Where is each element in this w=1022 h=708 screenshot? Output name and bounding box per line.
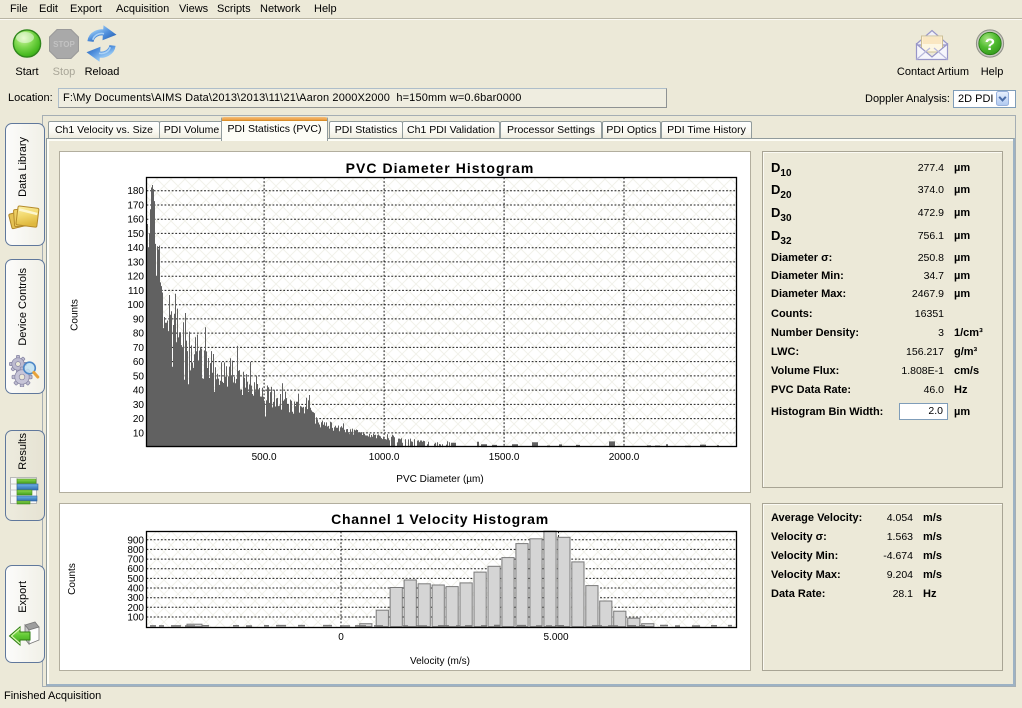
svg-text:90: 90: [133, 314, 145, 325]
svg-text:160: 160: [127, 215, 144, 226]
svg-text:30: 30: [133, 400, 145, 411]
svg-text:10: 10: [133, 428, 145, 439]
svg-text:80: 80: [133, 329, 145, 340]
svg-text:800: 800: [127, 545, 144, 556]
svg-text:200: 200: [127, 603, 144, 614]
svg-text:140: 140: [127, 243, 144, 254]
svg-text:2000.0: 2000.0: [609, 452, 640, 463]
svg-text:130: 130: [127, 257, 144, 268]
svg-text:170: 170: [127, 201, 144, 212]
svg-text:Channel 1 Velocity Histogram: Channel 1 Velocity Histogram: [331, 511, 549, 527]
svg-text:STOP: STOP: [53, 40, 75, 49]
svg-text:700: 700: [127, 555, 144, 566]
svg-text:20: 20: [133, 414, 145, 425]
svg-text:70: 70: [133, 343, 145, 354]
svg-text:150: 150: [127, 229, 144, 240]
svg-text:60: 60: [133, 357, 145, 368]
svg-text:900: 900: [127, 535, 144, 546]
svg-text:300: 300: [127, 593, 144, 604]
svg-text:180: 180: [127, 186, 144, 197]
svg-text:Counts: Counts: [67, 563, 78, 595]
svg-text:110: 110: [128, 286, 144, 297]
svg-text:0: 0: [338, 632, 344, 643]
svg-text:500: 500: [127, 574, 144, 585]
svg-text:1000.0: 1000.0: [369, 452, 400, 463]
svg-text:400: 400: [127, 584, 144, 595]
svg-text:5.000: 5.000: [543, 632, 568, 643]
svg-text:Counts: Counts: [70, 299, 81, 331]
svg-text:Velocity (m/s): Velocity (m/s): [410, 656, 470, 667]
svg-text:50: 50: [133, 371, 145, 382]
svg-text:120: 120: [127, 272, 144, 283]
svg-text:600: 600: [127, 564, 144, 575]
svg-text:PVC Diameter (µm): PVC Diameter (µm): [396, 474, 483, 485]
svg-text:PVC Diameter Histogram: PVC Diameter Histogram: [346, 160, 535, 176]
svg-text:100: 100: [127, 613, 144, 624]
svg-text:500.0: 500.0: [252, 452, 277, 463]
svg-text:1500.0: 1500.0: [489, 452, 520, 463]
svg-text:40: 40: [133, 386, 145, 397]
svg-text:?: ?: [985, 35, 995, 54]
svg-text:100: 100: [127, 300, 144, 311]
